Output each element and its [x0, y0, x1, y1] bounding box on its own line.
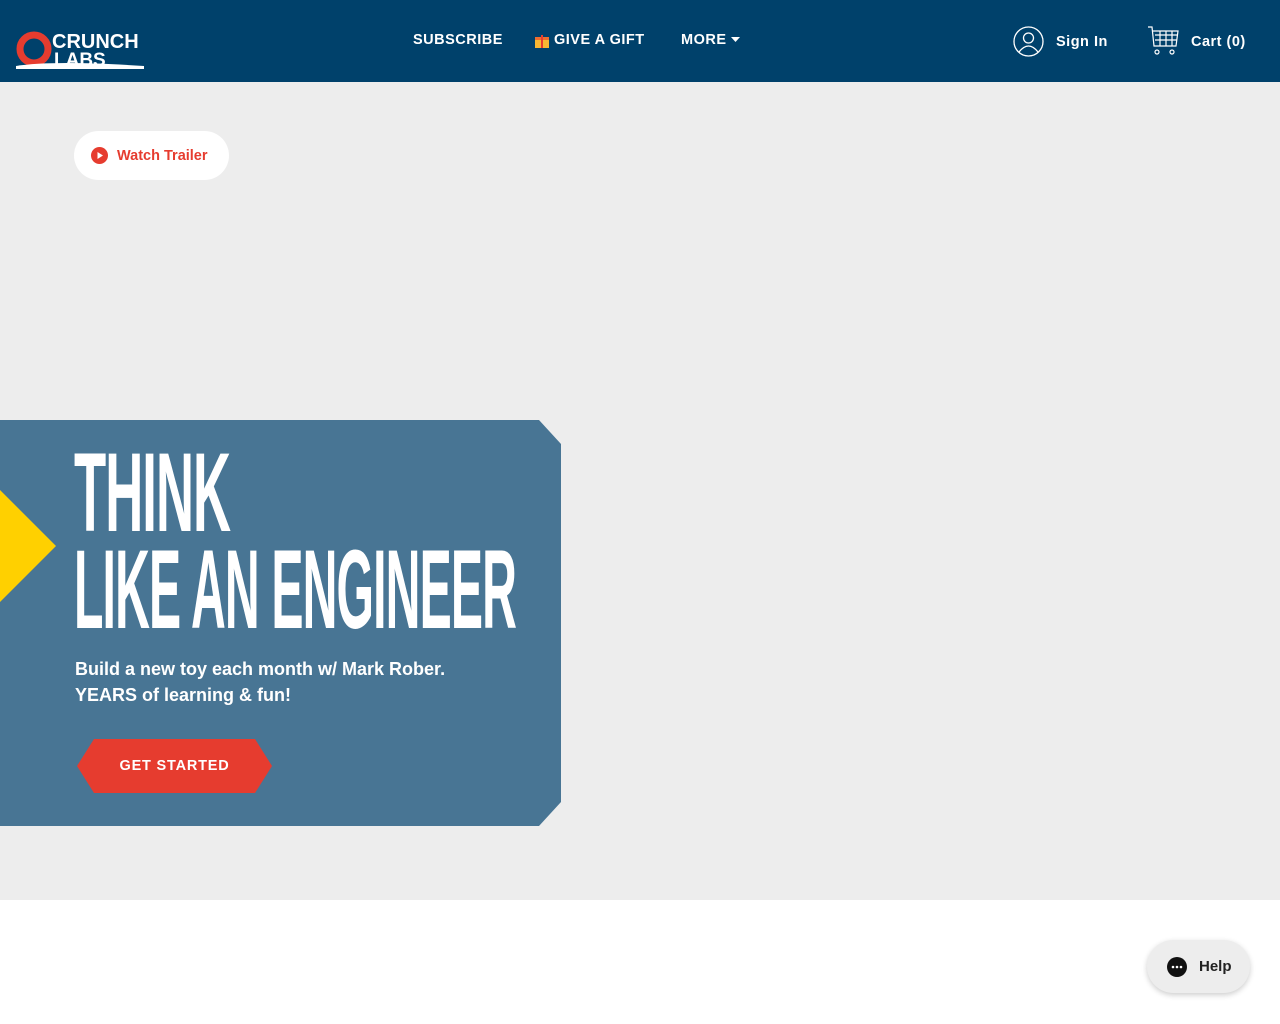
cart-link[interactable]: Cart (0) [1148, 26, 1246, 57]
play-icon [91, 147, 108, 164]
hero-subtext: Build a new toy each month w/ Mark Rober… [75, 656, 525, 708]
caret-down-icon [730, 37, 740, 42]
get-started-button[interactable]: GET STARTED [77, 739, 272, 793]
nav-give-a-gift[interactable]: GIVE A GIFT [534, 32, 645, 48]
user-icon [1013, 26, 1044, 57]
headline-line-2: LIKE AN ENGINEER [74, 527, 517, 652]
sign-in-label: Sign In [1056, 33, 1108, 50]
site-header: CRUNCH LABS SUBSCRIBE GIVE A GIFT MORE S… [0, 0, 1280, 82]
gift-icon [535, 34, 549, 48]
nav-label: GIVE A GIFT [554, 32, 645, 48]
subtext-line: Build a new toy each month w/ Mark Rober… [75, 659, 446, 679]
nav-more[interactable]: MORE [681, 32, 740, 48]
help-chat-button[interactable]: Help [1147, 940, 1250, 993]
nav-label: MORE [681, 32, 727, 48]
chat-icon [1167, 956, 1187, 977]
watch-trailer-button[interactable]: Watch Trailer [74, 131, 229, 180]
crunchlabs-logo[interactable]: CRUNCH LABS [14, 20, 156, 72]
subtext-line: YEARS of learning & fun! [75, 685, 291, 705]
cart-label: Cart (0) [1191, 33, 1246, 50]
svg-text:LABS: LABS [54, 50, 106, 71]
sign-in-link[interactable]: Sign In [1013, 26, 1108, 57]
watch-trailer-label: Watch Trailer [117, 147, 208, 164]
cart-icon [1148, 26, 1179, 55]
nav-label: SUBSCRIBE [413, 32, 503, 48]
hero-section: Watch Trailer THINK LIKE AN ENGINEER Bui… [0, 82, 1280, 900]
nav-subscribe[interactable]: SUBSCRIBE [413, 32, 503, 48]
help-label: Help [1199, 958, 1232, 975]
